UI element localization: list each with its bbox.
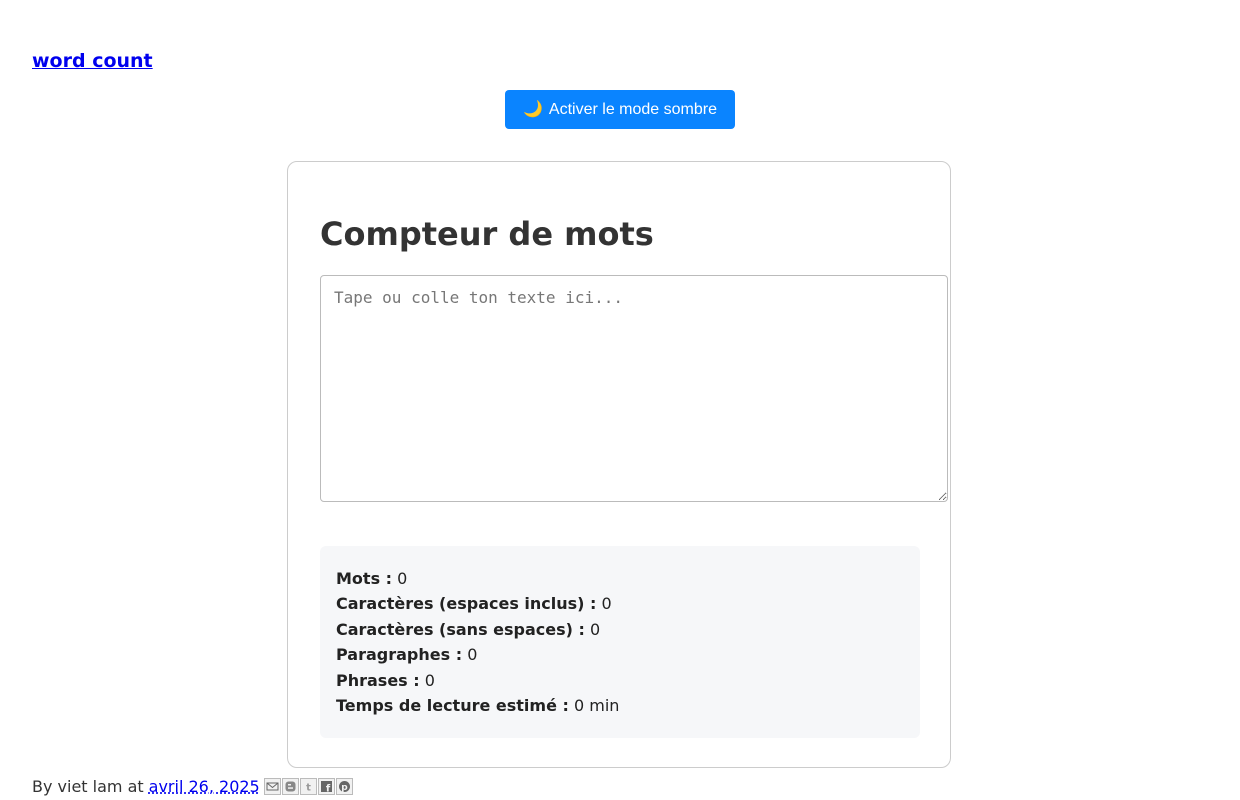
- stat-reading-time: Temps de lecture estimé : 0 min: [336, 693, 904, 718]
- facebook-icon[interactable]: f: [317, 777, 335, 795]
- stat-chars-with-spaces-label: Caractères (espaces inclus) :: [336, 594, 597, 614]
- stat-words-label: Mots :: [336, 569, 393, 588]
- svg-text:t: t: [306, 782, 311, 793]
- svg-text:p: p: [341, 783, 348, 793]
- svg-text:f: f: [326, 783, 331, 793]
- post-footer: By viet lam at avril 26, 2025 t f p: [32, 775, 353, 797]
- stat-chars-no-spaces-label: Caractères (sans espaces) :: [336, 619, 585, 639]
- stat-reading-time-label: Temps de lecture estimé :: [336, 695, 569, 715]
- stat-words: Mots : 0: [336, 566, 904, 591]
- stat-chars-with-spaces: Caractères (espaces inclus) : 0: [336, 591, 904, 616]
- email-icon[interactable]: [263, 777, 281, 795]
- post-title-link[interactable]: word count: [32, 48, 153, 74]
- post-date-link[interactable]: avril 26, 2025: [149, 777, 260, 796]
- pinterest-icon[interactable]: p: [335, 777, 353, 795]
- stat-chars-no-spaces-value: 0: [590, 619, 601, 639]
- dark-mode-button[interactable]: 🌙 Activer le mode sombre: [505, 90, 735, 129]
- text-input[interactable]: [320, 275, 948, 502]
- word-counter-card: Compteur de mots Mots : 0 Caractères (es…: [287, 161, 951, 768]
- stat-sentences-label: Phrases :: [336, 670, 420, 690]
- stat-sentences: Phrases : 0: [336, 668, 904, 693]
- stat-chars-no-spaces: Caractères (sans espaces) : 0: [336, 617, 904, 642]
- stats-panel: Mots : 0 Caractères (espaces inclus) : 0…: [320, 546, 920, 738]
- stat-words-value: 0: [397, 569, 408, 588]
- dark-mode-button-label: Activer le mode sombre: [548, 100, 717, 118]
- author-line: By viet lam at: [32, 776, 144, 796]
- share-buttons: t f p: [263, 777, 353, 795]
- twitter-icon[interactable]: t: [299, 777, 317, 795]
- moon-icon: 🌙: [523, 100, 543, 118]
- stat-paragraphs-value: 0: [467, 645, 478, 665]
- blogger-icon[interactable]: [281, 777, 299, 795]
- stat-chars-with-spaces-value: 0: [601, 594, 612, 614]
- counter-title: Compteur de mots: [320, 215, 654, 253]
- stat-paragraphs-label: Paragraphes :: [336, 645, 463, 665]
- stat-sentences-value: 0: [424, 670, 435, 690]
- stat-paragraphs: Paragraphes : 0: [336, 642, 904, 667]
- stat-reading-time-value: 0 min: [574, 695, 620, 715]
